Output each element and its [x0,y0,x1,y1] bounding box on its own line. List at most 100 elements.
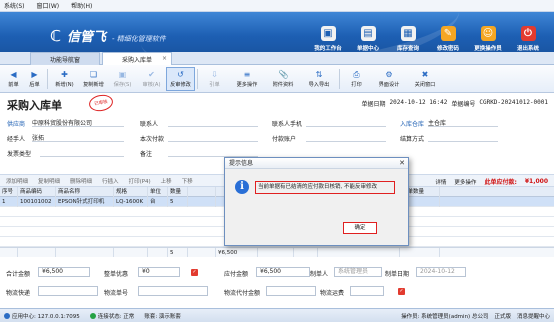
detail-link[interactable]: 详情 [435,178,446,186]
toolbar-label: 关闭窗口 [414,81,436,88]
toolbar-button[interactable]: ▣ 保存(S) [108,70,137,88]
fee-field[interactable] [266,286,316,296]
menu-window[interactable]: 窗口(W) [37,1,60,10]
topnav-label: 修改密码 [436,46,459,52]
toolbar: ◀ 前单 ▶ 后单 ✚ 新增(N) ❏ 复制新增 ▣ 保存(S) ✔ 审核(A) ↺ 反审修改 ⇩ 引单 ≡ 更多… [0,65,554,93]
toolbar-button[interactable]: ✚ 新增(N) [50,70,79,88]
cod-check-icon[interactable]: ✓ [398,288,405,295]
message-dialog: 提示信息 ✕ i 当前单据有已结清的应付款日核销, 不能反审修改 确定 [224,157,409,246]
menu-system[interactable]: 系统(S) [4,1,25,10]
handler-field[interactable]: 张拓 [32,133,124,142]
account-field[interactable] [306,133,386,142]
edition-status: 正式版 [494,314,511,320]
grid-cell: 5 [168,196,188,207]
toolbar-button[interactable]: ▶ 后单 [24,70,45,88]
connection-text: 连接状态: 正常 [97,313,135,320]
invoice-field[interactable] [40,148,124,157]
notice-link[interactable]: 消息提醒中心 [517,312,550,320]
toolbar-button[interactable]: ≡ 更多操作 [229,70,265,88]
track-field[interactable] [138,286,208,296]
pay-label: 本次付款 [140,136,165,143]
column-header: 数量 [168,186,188,197]
tab-navigation[interactable]: 功能导航窗 [30,52,100,65]
user-switch-icon: ☺ [480,26,496,41]
account-status: 账套: 演示账套 [144,313,181,320]
toolbar-label: 审核(A) [142,81,161,88]
menu-bar: 系统(S) 窗口(W) 帮助(H) [0,0,554,12]
toolbar-button[interactable]: ⎙ 打印 [342,70,371,88]
audited-stamp: 已审核 [87,93,115,113]
grid-action-button[interactable]: 打印(P4) [129,177,151,185]
topnav-button[interactable]: ⏻ 退出系统 [508,26,548,52]
no-value: CGRKD-20241012-0001 [479,99,548,106]
warehouse-field[interactable]: 主仓库 [428,118,498,127]
settle-field[interactable] [428,133,498,142]
toolbar-icon: 📎 [278,69,289,79]
total-field[interactable]: ¥6,500 [38,267,90,277]
close-tab-icon[interactable]: × [162,55,167,62]
toolbar-label: 复制新增 [83,81,104,88]
grid-action-button[interactable]: 复制明细 [38,177,60,185]
app-banner: ℂ 信管飞 - 精细化管理软件 ▣ 我的工作台 ▤ 单据中心 ▦ 库存查询 ✎ 修改密码 ☺ 更换… [0,12,554,52]
toolbar-button[interactable]: ⇩ 引单 [200,70,229,88]
no-label: 单据编号 [451,101,476,108]
toolbar-icon: ≡ [243,69,251,79]
toolbar-button[interactable]: 📎 附件资料 [265,70,301,88]
grid-action-button[interactable]: 删除明细 [70,177,92,185]
topnav-button[interactable]: ✎ 修改密码 [428,26,468,52]
toolbar-icon: ▶ [31,69,38,79]
topnav-label: 更换操作员 [474,46,502,52]
cod-field[interactable] [350,286,384,296]
toolbar-icon: ⚙ [385,69,393,79]
column-header [188,186,216,197]
topnav-button[interactable]: ☺ 更换操作员 [468,26,508,52]
close-icon[interactable]: ✕ [399,158,405,169]
ok-button[interactable]: 确定 [343,222,377,234]
topnav-button[interactable]: ▦ 库存查询 [388,26,428,52]
pay-field[interactable] [168,133,258,142]
topnav-label: 单据中心 [356,46,379,52]
topnav-button[interactable]: ▤ 单据中心 [348,26,388,52]
remark-field[interactable] [168,148,258,157]
toolbar-icon: ⎙ [353,69,360,79]
grid-action-button[interactable]: 行插入 [102,177,119,185]
toolbar-button[interactable]: ⇅ 导入导出 [301,70,337,88]
discount-field[interactable]: ¥0 [138,267,180,277]
make-date-field: 2024-10-12 [416,267,466,277]
toolbar-button[interactable]: ❏ 复制新增 [79,70,108,88]
warehouse-label: 入库仓库 [400,121,425,128]
grid-more-button[interactable]: 更多操作 [454,178,476,186]
contact-field[interactable] [168,118,258,127]
tab-label: 功能导航窗 [49,56,80,64]
express-field[interactable] [38,286,98,296]
toolbar-icon: ✚ [61,69,68,79]
tab-purchase-receipt[interactable]: 采购入库单 × [102,52,172,65]
info-icon: i [235,180,249,194]
toolbar-icon: ✖ [421,69,429,79]
tab-label: 采购入库单 [121,56,152,64]
date-label: 单据日期 [361,101,386,108]
discount-check-icon[interactable]: ✓ [191,269,198,276]
app-logo: ℂ 信管飞 - 精细化管理软件 [50,26,166,45]
page-title: 采购入库单 [7,99,62,112]
toolbar-label: 反审修改 [170,81,191,88]
grid-action-button[interactable]: 添加明细 [6,177,28,185]
grid-action-button[interactable]: 上移 [161,177,172,185]
menu-help[interactable]: 帮助(H) [71,1,92,10]
payable-field[interactable]: ¥6,500 [256,267,310,277]
account-label: 付款账户 [272,136,297,143]
topnav-button[interactable]: ▣ 我的工作台 [308,26,348,52]
grid-action-button[interactable]: 下移 [182,177,193,185]
grid-cell: EPSON针式打印机 [56,196,114,207]
supplier-field[interactable]: 中原科贸股份有限公司 [32,118,124,127]
supplier-label: 供应商 [7,121,26,128]
toolbar-button[interactable]: ✔ 审核(A) [137,70,166,88]
track-label: 物流单号 [104,290,129,297]
toolbar-button[interactable]: ✖ 关闭窗口 [407,70,443,88]
phone-field[interactable] [306,118,386,127]
app-name: 信管飞 [67,30,107,45]
toolbar-button[interactable]: ↺ 反审修改 [166,66,195,91]
toolbar-button[interactable]: ⚙ 界面设计 [371,70,407,88]
toolbar-button[interactable]: ◀ 前单 [3,70,24,88]
grid-total-row: 5 ¥6,500 [0,247,554,258]
